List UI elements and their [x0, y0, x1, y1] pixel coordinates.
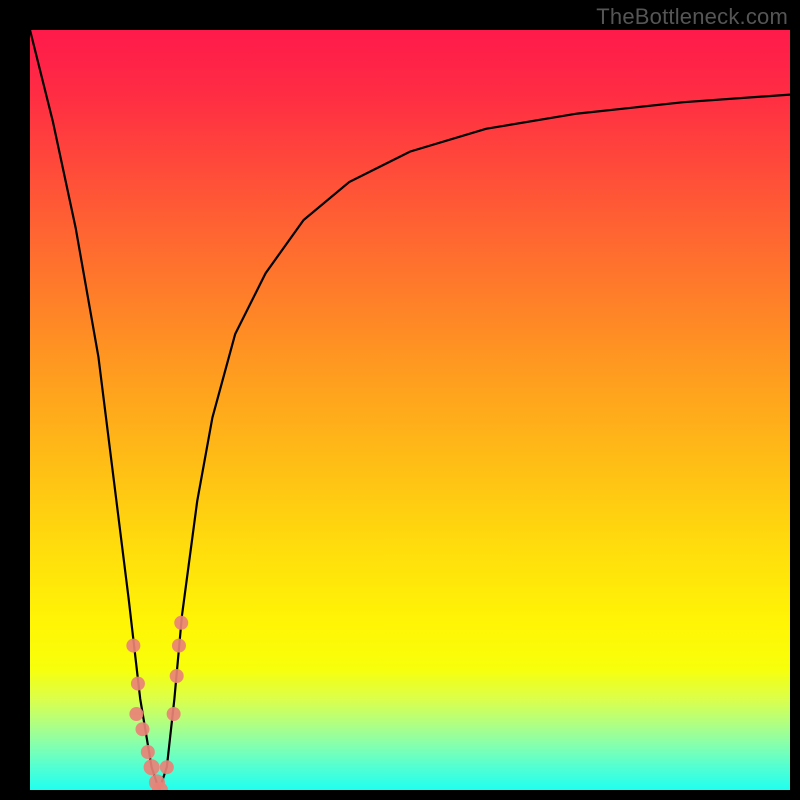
- bottleneck-svg: [30, 30, 790, 790]
- marker-dot: [126, 639, 140, 653]
- marker-dot: [129, 707, 143, 721]
- marker-dot: [170, 669, 184, 683]
- plot-area: [30, 30, 790, 790]
- chart-frame: TheBottleneck.com: [0, 0, 800, 800]
- bottleneck-curve-path: [30, 30, 790, 790]
- watermark-text: TheBottleneck.com: [596, 4, 788, 30]
- marker-dot: [131, 677, 145, 691]
- marker-dot: [144, 759, 160, 775]
- marker-dot: [141, 745, 155, 759]
- marker-dot: [172, 639, 186, 653]
- marker-dot: [135, 722, 149, 736]
- marker-dot: [167, 707, 181, 721]
- markers-group: [126, 616, 188, 790]
- marker-dot: [174, 616, 188, 630]
- marker-dot: [160, 760, 174, 774]
